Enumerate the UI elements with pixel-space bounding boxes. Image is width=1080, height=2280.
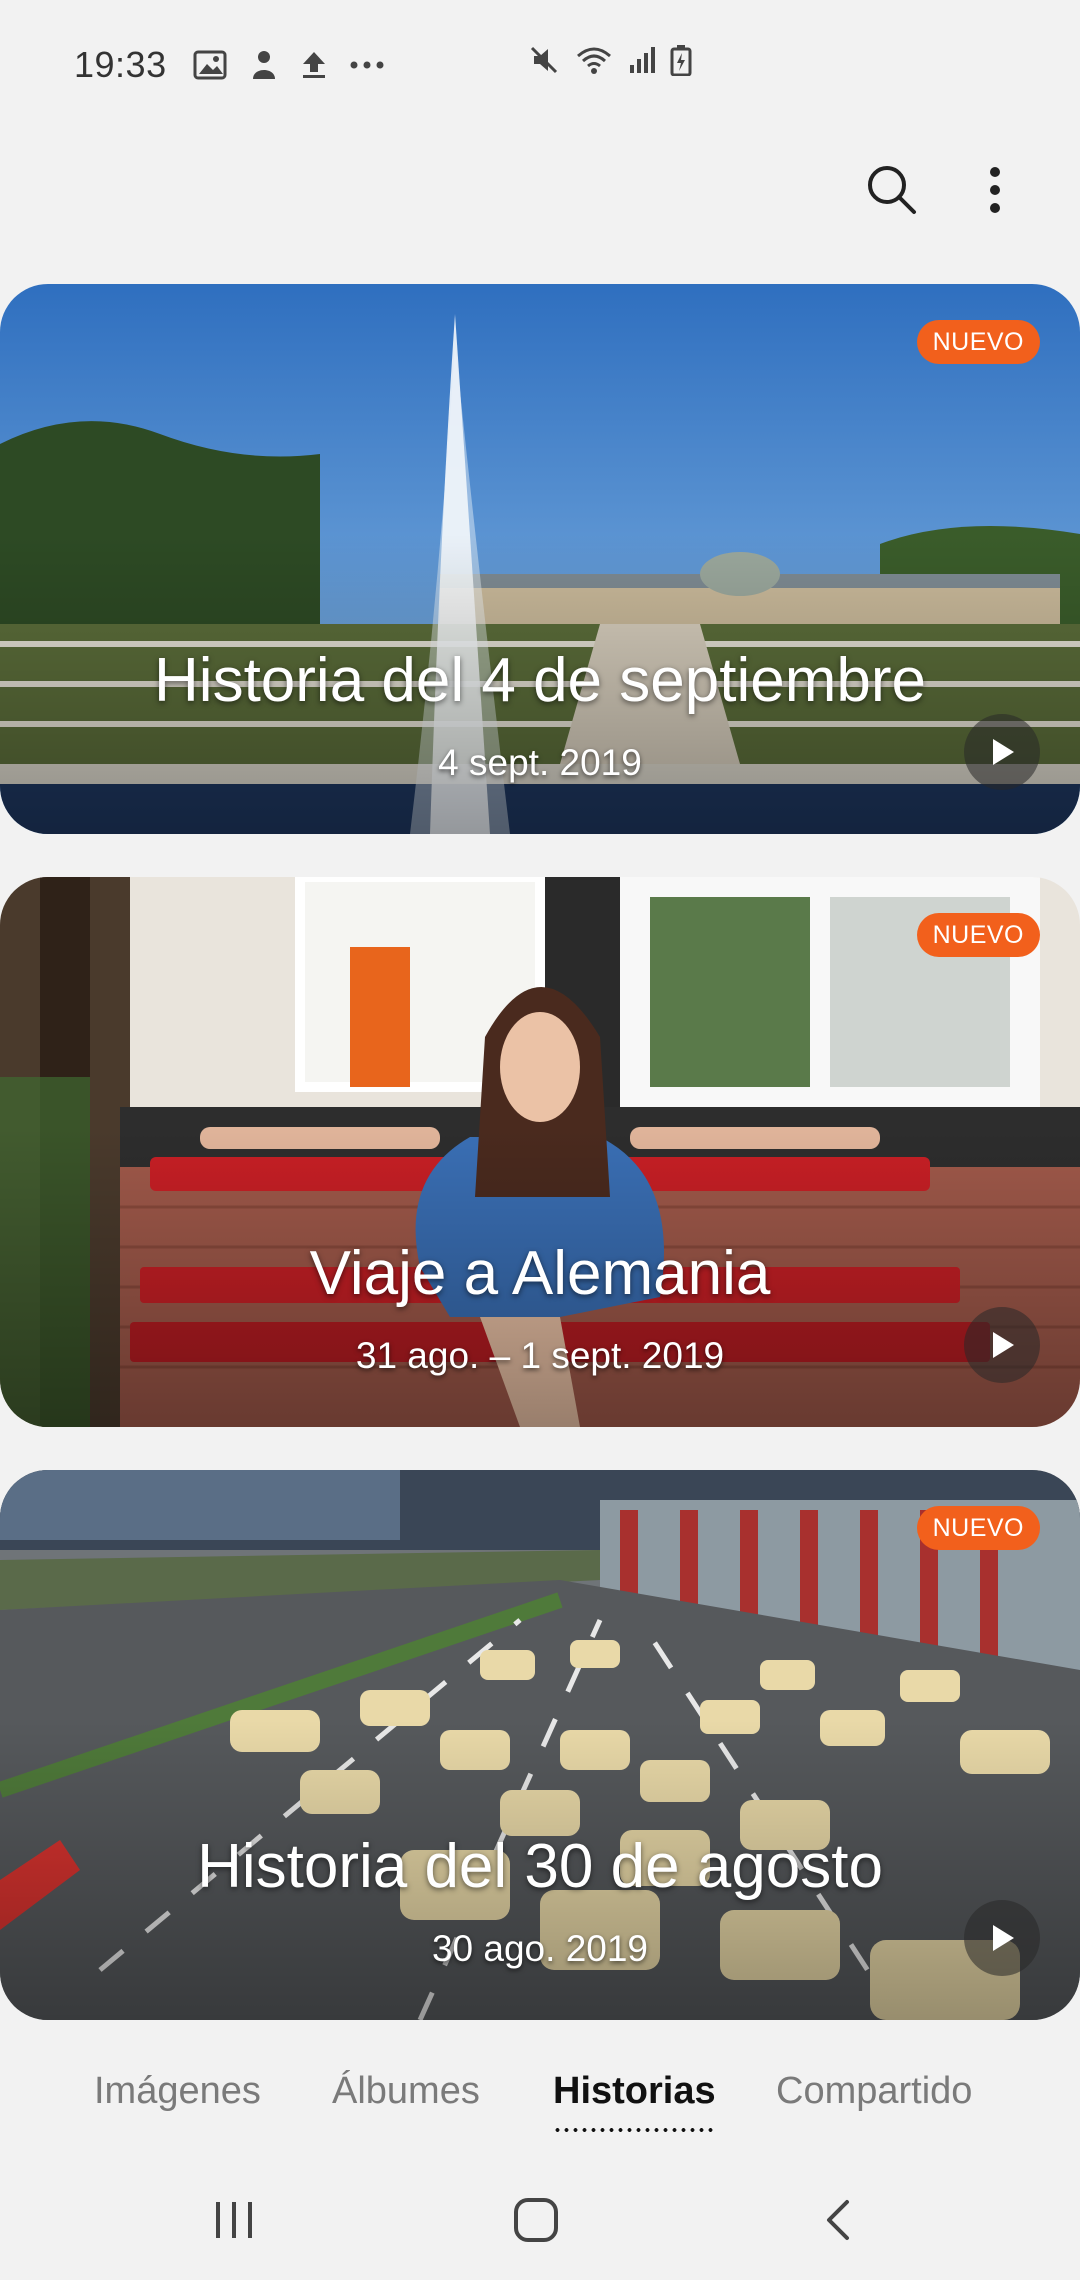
story-date: 4 sept. 2019	[438, 742, 642, 783]
tab-label: Imágenes	[94, 2070, 261, 2112]
wifi-icon	[574, 44, 614, 81]
recent-apps-icon	[216, 2202, 252, 2238]
signal-icon	[628, 45, 656, 80]
story-title: Historia del 30 de agosto	[197, 1832, 883, 1901]
story-title: Viaje a Alemania	[309, 1239, 771, 1308]
status-right-icons	[528, 44, 692, 81]
play-button[interactable]	[964, 1900, 1040, 1976]
action-bar	[0, 140, 1080, 240]
more-dots-icon	[349, 60, 385, 70]
battery-icon	[670, 44, 692, 81]
more-options-button[interactable]	[955, 150, 1035, 230]
tab-albumes[interactable]: Álbumes	[332, 2070, 480, 2113]
play-icon	[993, 1332, 1014, 1358]
tab-label: Historias	[553, 2070, 716, 2112]
recent-apps-button[interactable]	[194, 2190, 274, 2250]
tab-label: Álbumes	[332, 2070, 480, 2112]
story-card-2[interactable]: NUEVO Viaje a Alemania 31 ago. – 1 sept.…	[0, 877, 1080, 1427]
story-card-3[interactable]: NUEVO Historia del 30 de agosto 30 ago. …	[0, 1470, 1080, 2020]
new-badge: NUEVO	[916, 913, 1040, 957]
play-button[interactable]	[964, 1307, 1040, 1383]
status-time: 19:33	[74, 44, 167, 85]
back-button[interactable]	[798, 2190, 878, 2250]
tab-imagenes[interactable]: Imágenes	[94, 2070, 261, 2113]
search-icon	[868, 166, 916, 214]
play-icon	[993, 739, 1014, 765]
notification-icon	[249, 49, 279, 81]
upload-icon	[301, 50, 327, 80]
more-vert-icon	[990, 167, 1000, 213]
new-badge: NUEVO	[916, 1506, 1040, 1550]
back-icon	[827, 2200, 849, 2240]
status-left-icons	[193, 49, 385, 81]
story-date: 31 ago. – 1 sept. 2019	[355, 1335, 725, 1376]
bottom-tab-bar: Imágenes Álbumes Historias Compartido	[0, 2040, 1080, 2150]
tab-compartido[interactable]: Compartido	[776, 2070, 972, 2113]
tab-label: Compartido	[776, 2070, 973, 2112]
active-tab-indicator	[553, 2128, 716, 2132]
tab-historias[interactable]: Historias	[553, 2070, 716, 2132]
search-button[interactable]	[852, 150, 932, 230]
play-button[interactable]	[964, 714, 1040, 790]
image-icon	[193, 50, 227, 80]
system-navigation-bar	[0, 2160, 1080, 2280]
story-date: 30 ago. 2019	[431, 1928, 649, 1969]
mute-icon	[528, 44, 560, 81]
new-badge: NUEVO	[916, 320, 1040, 364]
home-button[interactable]	[496, 2190, 576, 2250]
story-card-1[interactable]: NUEVO Historia del 4 de septiembre 4 sep…	[0, 284, 1080, 834]
play-icon	[993, 1925, 1014, 1951]
story-title: Historia del 4 de septiembre	[154, 646, 926, 715]
home-icon	[514, 2198, 558, 2242]
